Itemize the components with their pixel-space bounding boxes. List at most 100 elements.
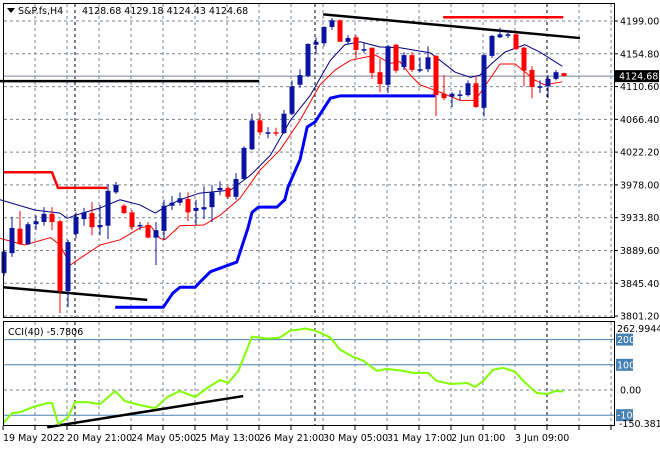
upper-moving-average xyxy=(0,41,563,219)
candle-body xyxy=(33,221,39,225)
candle-body xyxy=(17,228,23,245)
candle-body xyxy=(433,55,439,96)
candle-body xyxy=(49,213,55,223)
bear-candle xyxy=(129,210,135,231)
bull-candle xyxy=(321,26,327,47)
bull-candle xyxy=(289,80,295,116)
candle-body xyxy=(401,55,407,67)
bear-candle xyxy=(441,75,447,101)
candle-body xyxy=(481,55,487,108)
candle-body xyxy=(257,120,263,133)
price-tick-label: 4022.20 xyxy=(620,148,659,159)
candle-body xyxy=(225,187,231,197)
candle-body xyxy=(73,216,79,234)
bull-candle xyxy=(161,199,167,240)
price-tick-label: 3978.00 xyxy=(620,180,659,191)
bull-candle xyxy=(233,173,239,200)
candle-body xyxy=(209,192,215,208)
candle-body xyxy=(153,230,159,238)
candle-body xyxy=(81,212,87,220)
bear-candle xyxy=(49,207,55,231)
price-chart[interactable]: S&P.fs,H4 4128.68 4129.18 4124.43 4124.6… xyxy=(0,0,660,450)
bull-candle xyxy=(105,184,111,240)
candle-body xyxy=(353,37,359,50)
bear-candle xyxy=(529,66,535,99)
candle-body xyxy=(465,83,471,96)
candle-body xyxy=(121,205,127,214)
cci-marks xyxy=(2,327,614,429)
bull-candle xyxy=(297,69,303,88)
cci-label: CCI(40) -5.7806 xyxy=(8,327,83,338)
time-axis-label: 20 May 21:00 xyxy=(67,433,132,444)
bull-candle xyxy=(25,222,31,245)
candle-body xyxy=(441,93,447,99)
bear-candle xyxy=(273,127,279,136)
dropdown-triangle-icon[interactable] xyxy=(7,8,15,13)
bull-candle xyxy=(97,204,103,236)
candle-body xyxy=(425,57,431,70)
candle-body xyxy=(321,26,327,44)
bear-candle xyxy=(377,58,383,93)
bull-candle xyxy=(217,181,223,196)
candle-body xyxy=(497,34,503,38)
candle-body xyxy=(489,35,495,56)
bull-candle xyxy=(65,239,71,308)
time-axis-label: 3 Jun 09:00 xyxy=(515,433,569,444)
bear-candle xyxy=(473,75,479,108)
price-tick-label: 4154.80 xyxy=(620,49,659,60)
price-tick-label: 4110.60 xyxy=(620,82,659,93)
candle-body xyxy=(249,120,255,150)
symbol-label: S&P.fs,H4 xyxy=(18,6,63,17)
candle-body xyxy=(169,202,175,206)
time-axis-label: 25 May 13:00 xyxy=(195,433,260,444)
candle-body xyxy=(145,224,151,238)
bull-candle xyxy=(177,192,183,206)
cci-level-label: 0.00 xyxy=(620,386,641,397)
bull-candle xyxy=(73,212,79,239)
candle-body xyxy=(337,20,343,42)
candle-body xyxy=(201,207,207,210)
bear-candle xyxy=(353,35,359,59)
bear-candle xyxy=(145,222,151,239)
candle-body xyxy=(113,184,119,193)
candle-body xyxy=(313,41,319,45)
bull-candle xyxy=(361,43,367,53)
candle-body xyxy=(233,178,239,197)
candle-body xyxy=(273,132,279,134)
candle-body xyxy=(545,78,551,87)
candle-body xyxy=(473,83,479,108)
bull-candle xyxy=(481,54,487,117)
candle-body xyxy=(25,224,31,245)
bear-candle xyxy=(521,46,527,87)
candle-body xyxy=(129,212,135,228)
bull-candle xyxy=(305,43,311,78)
cci-axis-max: 262.9944 xyxy=(617,324,660,335)
time-axis-label: 30 May 05:00 xyxy=(323,433,388,444)
time-axis-label: 2 Jun 01:00 xyxy=(451,433,505,444)
price-tick-label: 4066.40 xyxy=(620,115,659,126)
bull-candle xyxy=(153,222,159,266)
candle-body xyxy=(529,69,535,88)
candle-body xyxy=(161,205,167,231)
price-tick-label: 3845.40 xyxy=(620,279,659,290)
candle-body xyxy=(505,34,511,36)
bull-candle xyxy=(401,52,407,70)
candle-body xyxy=(265,132,271,134)
bull-candle xyxy=(241,146,247,180)
ohlc-readout: 4128.68 4129.18 4124.43 4124.68 xyxy=(82,6,248,17)
candle-body xyxy=(361,49,367,51)
candle-body xyxy=(297,75,303,85)
bear-candle xyxy=(57,219,63,314)
bear-candle xyxy=(337,19,343,42)
candle-body xyxy=(65,242,71,291)
bear-candle xyxy=(393,43,399,73)
bull-candle xyxy=(489,35,495,59)
bull-candle xyxy=(201,186,207,220)
bull-candle xyxy=(41,207,47,226)
time-axis-label: 26 May 21:00 xyxy=(259,433,324,444)
cci-axis-min: -150.3819 xyxy=(619,419,660,430)
bull-candle xyxy=(169,196,175,211)
bull-candle xyxy=(313,37,319,53)
candle-body xyxy=(105,190,111,226)
candle-body xyxy=(417,69,423,71)
